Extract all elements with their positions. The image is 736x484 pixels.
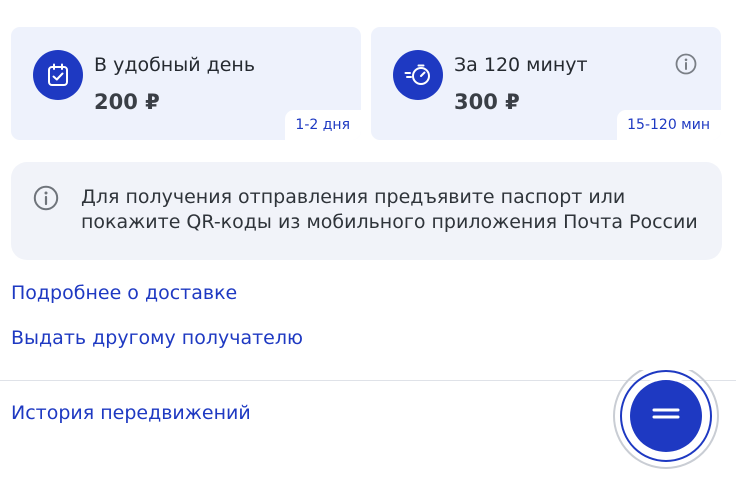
chat-fab-button[interactable]: [612, 363, 722, 480]
card-price: 300 ₽: [454, 90, 520, 114]
delivery-option-card-120-minutes[interactable]: За 120 минут 300 ₽ 15-120 мин: [371, 27, 721, 140]
info-icon: [33, 185, 59, 211]
tracking-history-link[interactable]: История передвижений: [11, 401, 251, 425]
card-title: В удобный день: [94, 54, 256, 76]
pickup-notice: Для получения отправления предъявите пас…: [11, 162, 722, 260]
other-recipient-link[interactable]: Выдать другому получателю: [11, 326, 303, 350]
fast-stopwatch-icon: [393, 50, 443, 100]
delivery-time-badge: 15-120 мин: [617, 110, 721, 140]
notice-text: Для получения отправления предъявите пас…: [81, 186, 698, 233]
calendar-check-icon: [33, 50, 83, 100]
delivery-time-badge: 1-2 дня: [285, 110, 361, 140]
delivery-option-card-convenient-day[interactable]: В удобный день 200 ₽ 1-2 дня: [11, 27, 361, 140]
card-price: 200 ₽: [94, 90, 160, 114]
card-title: За 120 минут: [454, 54, 588, 76]
delivery-details-link[interactable]: Подробнее о доставке: [11, 281, 237, 305]
info-icon[interactable]: [675, 53, 697, 75]
